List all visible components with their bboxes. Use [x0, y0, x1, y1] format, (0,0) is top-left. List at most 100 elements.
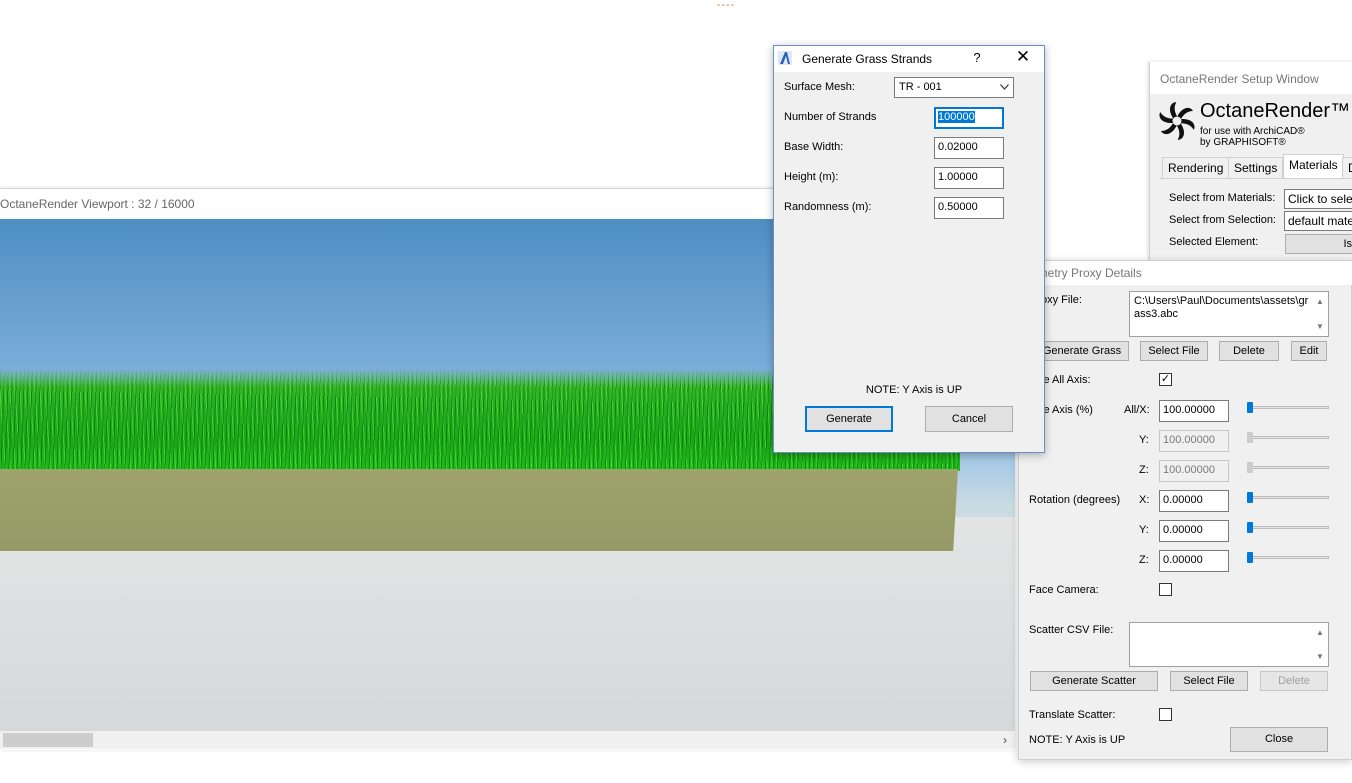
translate-scatter-checkbox[interactable]: [1159, 708, 1172, 721]
materials-tab-panel: Select from Materials: Click to selec Se…: [1160, 178, 1352, 272]
strands-label: Number of Strands: [784, 111, 877, 123]
selected-element-button[interactable]: Is: [1285, 234, 1352, 254]
cancel-button[interactable]: Cancel: [925, 406, 1013, 432]
rotation-z-slider-thumb[interactable]: [1247, 552, 1253, 563]
surface-mesh-label: Surface Mesh:: [784, 81, 855, 93]
generate-grass-button[interactable]: Generate Grass: [1035, 341, 1129, 361]
octane-subtitle-vendor: by GRAPHISOFT®: [1200, 137, 1286, 148]
randomness-label: Randomness (m):: [784, 201, 872, 213]
rotation-z-input[interactable]: 0.00000: [1159, 550, 1229, 572]
height-input[interactable]: 1.00000: [934, 167, 1004, 189]
selected-element-label: Selected Element:: [1169, 236, 1259, 248]
all-x-label: All/X:: [1124, 404, 1150, 416]
scale-all-axis-checkbox[interactable]: ✓: [1159, 373, 1172, 386]
chevron-up-icon[interactable]: ▲: [1313, 626, 1327, 639]
rotation-x-input[interactable]: 0.00000: [1159, 490, 1229, 512]
proxy-file-path-text: C:\Users\Paul\Documents\assets\grass3.ab…: [1134, 295, 1309, 320]
close-icon[interactable]: ✕: [1014, 47, 1032, 67]
tab-materials[interactable]: Materials: [1283, 154, 1344, 178]
top-marker: ----: [716, 0, 736, 11]
chevron-right-icon[interactable]: ›: [1003, 731, 1007, 749]
scatter-csv-label: Scatter CSV File:: [1029, 624, 1114, 636]
octane-logo-icon: [1159, 102, 1195, 140]
scale-z-slider[interactable]: [1249, 466, 1329, 469]
y-axis-note: NOTE: Y Axis is UP: [865, 384, 963, 396]
delete-button[interactable]: Delete: [1219, 341, 1279, 361]
height-label: Height (m):: [784, 171, 839, 183]
select-selection-label: Select from Selection:: [1169, 214, 1276, 226]
scale-z-label: Z:: [1139, 464, 1149, 476]
rotation-y-slider[interactable]: [1249, 526, 1329, 529]
scale-x-slider[interactable]: [1249, 406, 1329, 409]
generate-button[interactable]: Generate: [805, 406, 893, 432]
checkmark-icon: ✓: [1160, 373, 1171, 385]
chevron-down-icon[interactable]: ▼: [1313, 320, 1327, 333]
viewport-title: OctaneRender Viewport : 32 / 16000: [0, 197, 195, 211]
proxy-titlebar: ometry Proxy Details: [1019, 261, 1352, 285]
scale-y-label: Y:: [1139, 434, 1149, 446]
rotation-y-input[interactable]: 0.00000: [1159, 520, 1229, 542]
octane-setup-window: OctaneRender Setup Window OctaneRender™ …: [1149, 62, 1352, 272]
scale-z-slider-thumb[interactable]: [1247, 462, 1253, 473]
chevron-down-icon[interactable]: ▼: [1313, 650, 1327, 663]
geometry-proxy-details-window: ometry Proxy Details oxy File: C:\Users\…: [1018, 260, 1352, 760]
scale-all-axis-label: le All Axis:: [1041, 374, 1091, 386]
scale-z-input[interactable]: 100.00000: [1159, 460, 1229, 482]
scale-y-slider[interactable]: [1249, 436, 1329, 439]
rotation-x-slider-thumb[interactable]: [1247, 492, 1253, 503]
proxy-file-label: oxy File:: [1041, 294, 1082, 306]
surface-mesh-dropdown[interactable]: TR - 001: [894, 77, 1014, 98]
tab-rendering[interactable]: Rendering: [1162, 157, 1230, 178]
edit-button[interactable]: Edit: [1291, 341, 1327, 361]
base-width-input[interactable]: 0.02000: [934, 137, 1004, 159]
select-scatter-file-button[interactable]: Select File: [1170, 671, 1248, 691]
rot-y-label: Y:: [1139, 524, 1149, 536]
proxy-file-path-field[interactable]: C:\Users\Paul\Documents\assets\grass3.ab…: [1129, 291, 1329, 337]
randomness-input[interactable]: 0.50000: [934, 197, 1004, 219]
rot-z-label: Z:: [1139, 554, 1149, 566]
scatter-csv-field[interactable]: ▲ ▼: [1129, 622, 1329, 667]
delete-scatter-button[interactable]: Delete: [1260, 671, 1328, 691]
scale-y-input[interactable]: 100.00000: [1159, 430, 1229, 452]
rotation-x-slider[interactable]: [1249, 496, 1329, 499]
scatter-csv-scrollbar[interactable]: ▲ ▼: [1313, 624, 1327, 665]
setup-window-title: OctaneRender Setup Window: [1160, 72, 1319, 86]
octane-subtitle: for use with ArchiCAD®: [1200, 126, 1305, 137]
select-materials-dropdown[interactable]: Click to selec: [1284, 189, 1352, 209]
number-of-strands-input[interactable]: 100000: [934, 107, 1004, 129]
face-camera-label: Face Camera:: [1029, 584, 1099, 596]
select-materials-label: Select from Materials:: [1169, 192, 1276, 204]
surface-mesh-value: TR - 001: [899, 81, 942, 93]
chevron-down-icon: [1000, 84, 1009, 90]
tab-settings[interactable]: Settings: [1228, 157, 1284, 178]
proxy-file-scrollbar[interactable]: ▲ ▼: [1313, 293, 1327, 335]
scale-all-x-input[interactable]: 100.00000: [1159, 400, 1229, 422]
close-button[interactable]: Close: [1230, 727, 1328, 752]
horizontal-scrollbar[interactable]: ›: [0, 731, 1015, 749]
strands-value-selected: 100000: [938, 111, 975, 123]
tab-d[interactable]: D: [1342, 157, 1352, 178]
planter-box-render: [0, 469, 958, 551]
scale-axis-label: le Axis (%): [1041, 404, 1093, 416]
grass-dialog-titlebar: Generate Grass Strands ? ✕: [774, 46, 1044, 72]
help-icon[interactable]: ?: [970, 50, 984, 65]
rotation-z-slider[interactable]: [1249, 556, 1329, 559]
y-axis-note: NOTE: Y Axis is UP: [1029, 734, 1126, 746]
face-camera-checkbox[interactable]: [1159, 583, 1172, 596]
scale-y-slider-thumb[interactable]: [1247, 432, 1253, 443]
rot-x-label: X:: [1139, 494, 1150, 506]
octane-brand: OctaneRender™: [1200, 100, 1351, 122]
grass-dialog-title: Generate Grass Strands: [802, 52, 933, 66]
scrollbar-thumb[interactable]: [3, 733, 93, 747]
base-width-label: Base Width:: [784, 141, 844, 153]
translate-scatter-label: Translate Scatter:: [1029, 709, 1116, 721]
chevron-up-icon[interactable]: ▲: [1313, 295, 1327, 308]
select-file-button[interactable]: Select File: [1140, 341, 1208, 361]
generate-grass-dialog: Generate Grass Strands ? ✕ Surface Mesh:…: [773, 45, 1045, 453]
scale-x-slider-thumb[interactable]: [1247, 402, 1253, 413]
rotation-y-slider-thumb[interactable]: [1247, 522, 1253, 533]
generate-scatter-button[interactable]: Generate Scatter: [1030, 671, 1158, 691]
select-selection-dropdown[interactable]: default mate: [1284, 211, 1352, 231]
rotation-label: Rotation (degrees): [1029, 494, 1121, 506]
octane-logo: OctaneRender™ for use with ArchiCAD® by …: [1156, 98, 1352, 154]
